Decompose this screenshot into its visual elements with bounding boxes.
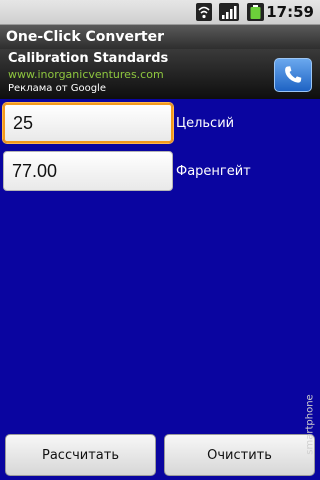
- calculate-button[interactable]: Рассчитать: [5, 434, 156, 476]
- phone-icon: [285, 66, 302, 83]
- ad-call-button[interactable]: [274, 58, 312, 92]
- ad-label: Реклама от Google: [8, 83, 106, 94]
- app-title-bar: One-Click Converter: [0, 25, 320, 49]
- clear-button[interactable]: Очистить: [164, 434, 315, 476]
- fahrenheit-label: Фаренгейт: [176, 164, 251, 179]
- clock: 17:59: [266, 3, 314, 21]
- ad-banner[interactable]: Calibration Standards www.inorganicventu…: [0, 49, 320, 99]
- celsius-input[interactable]: [3, 103, 173, 143]
- watermark: smartphone: [302, 374, 318, 474]
- fahrenheit-input[interactable]: [3, 151, 173, 191]
- ad-title[interactable]: Calibration Standards: [8, 51, 168, 66]
- celsius-label: Цельсий: [176, 116, 235, 131]
- converter-panel: Цельсий Фаренгейт Рассчитать Очистить sm…: [0, 99, 320, 480]
- watermark-text: smartphone: [304, 393, 316, 455]
- status-bar: 17:59: [0, 0, 320, 25]
- app-title: One-Click Converter: [6, 29, 165, 45]
- battery-icon: [247, 3, 264, 21]
- wifi-icon: [196, 3, 212, 21]
- ad-url[interactable]: www.inorganicventures.com: [8, 68, 164, 81]
- signal-icon: [219, 3, 239, 21]
